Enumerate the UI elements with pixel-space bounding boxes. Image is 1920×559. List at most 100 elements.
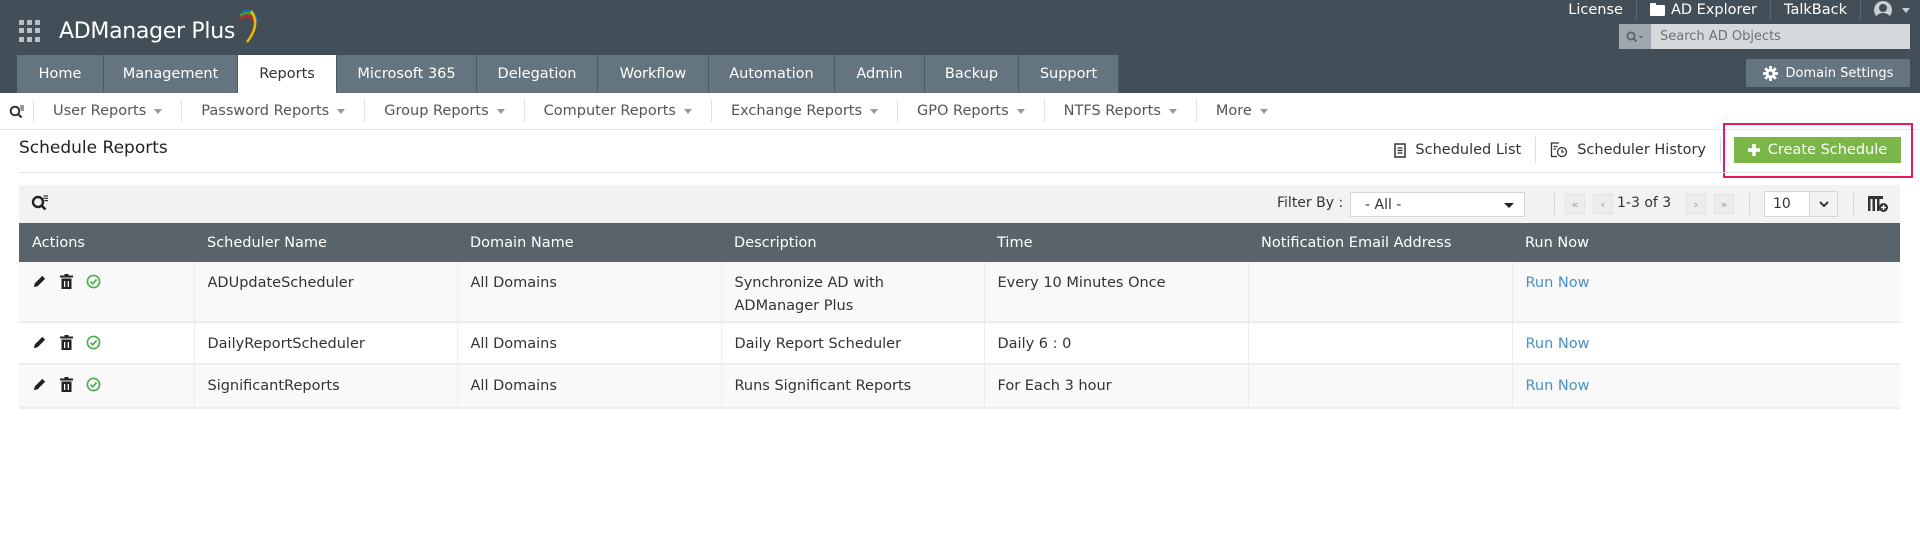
delete-icon[interactable] — [60, 274, 73, 289]
history-icon — [1551, 142, 1568, 158]
user-menu[interactable] — [1861, 0, 1910, 20]
chevron-right-icon: › — [1693, 197, 1699, 211]
tab-management[interactable]: Management — [104, 55, 238, 93]
double-chevron-left-icon: « — [1571, 197, 1579, 211]
table-search-button[interactable] — [31, 194, 49, 215]
domain-name-cell: All Domains — [457, 364, 722, 409]
caret-down-icon — [683, 108, 692, 114]
tab-home[interactable]: Home — [17, 55, 104, 93]
table-toolbar: Filter By : - All - « ‹ 1-3 of 3 › » 10 — [19, 185, 1900, 223]
ad-explorer-link[interactable]: AD Explorer — [1637, 0, 1772, 20]
caret-down-icon — [1259, 108, 1268, 114]
notification-email-cell — [1248, 322, 1513, 365]
run-now-link[interactable]: Run Now — [1526, 378, 1590, 394]
previous-page-button[interactable]: ‹ — [1593, 194, 1613, 214]
create-schedule-button[interactable]: Create Schedule — [1734, 137, 1901, 163]
subnav-more[interactable]: More — [1197, 100, 1287, 122]
domain-name-cell: All Domains — [457, 322, 722, 365]
chevron-down-icon — [1809, 192, 1837, 216]
actions-cell — [19, 322, 195, 365]
search-input[interactable] — [1651, 24, 1910, 49]
caret-down-icon — [870, 108, 879, 114]
column-header-scheduler-name[interactable]: Scheduler Name — [194, 223, 457, 262]
table-header-row: Actions Scheduler Name Domain Name Descr… — [19, 223, 1900, 262]
filter-select[interactable]: - All - — [1350, 192, 1525, 217]
scheduled-list-button[interactable]: Scheduled List — [1380, 137, 1537, 163]
edit-icon[interactable] — [32, 274, 47, 289]
folder-icon — [1649, 2, 1665, 16]
run-now-link[interactable]: Run Now — [1526, 336, 1590, 352]
column-header-domain-name[interactable]: Domain Name — [457, 223, 721, 262]
edit-icon[interactable] — [32, 377, 47, 392]
tab-backup[interactable]: Backup — [925, 55, 1019, 93]
caret-down-icon — [337, 108, 346, 114]
gear-icon — [1762, 65, 1778, 81]
subnav-password-reports[interactable]: Password Reports — [182, 100, 366, 122]
time-cell: Every 10 Minutes Once — [984, 262, 1249, 323]
top-header: ADManager Plus License AD Explorer TalkB… — [0, 0, 1920, 93]
enabled-check-icon[interactable] — [86, 335, 101, 350]
tab-microsoft-365[interactable]: Microsoft 365 — [337, 55, 477, 93]
edit-icon[interactable] — [32, 335, 47, 350]
delete-icon[interactable] — [60, 377, 73, 392]
column-header-description[interactable]: Description — [721, 223, 984, 262]
subnav-exchange-reports[interactable]: Exchange Reports — [712, 100, 899, 122]
run-now-link[interactable]: Run Now — [1526, 275, 1590, 291]
talkback-link[interactable]: TalkBack — [1771, 0, 1861, 20]
top-links: License AD Explorer TalkBack — [1555, 0, 1910, 20]
subnav-computer-reports[interactable]: Computer Reports — [525, 100, 712, 122]
tab-reports[interactable]: Reports — [238, 55, 337, 93]
table-row: DailyReportScheduler All Domains Daily R… — [19, 322, 1900, 365]
toolbar-divider — [1749, 193, 1750, 215]
chevron-down-icon — [1902, 7, 1910, 13]
tab-delegation[interactable]: Delegation — [477, 55, 598, 93]
scheduler-history-button[interactable]: Scheduler History — [1536, 137, 1721, 163]
user-circle-icon — [1874, 1, 1892, 19]
subnav-user-reports[interactable]: User Reports — [34, 100, 183, 122]
page-size-select[interactable]: 10 — [1764, 191, 1838, 217]
caret-down-icon — [496, 108, 505, 114]
description-cell: Runs Significant Reports — [721, 364, 985, 409]
scheduler-name-cell: ADUpdateScheduler — [194, 262, 458, 323]
run-now-cell: Run Now — [1512, 262, 1900, 323]
description-cell: Synchronize AD with ADManager Plus — [721, 262, 985, 323]
column-header-notification-email[interactable]: Notification Email Address — [1248, 223, 1512, 262]
app-grid-icon[interactable] — [19, 20, 41, 42]
logo-arc-icon — [238, 9, 260, 43]
run-now-cell: Run Now — [1512, 322, 1900, 365]
enabled-check-icon[interactable] — [86, 377, 101, 392]
domain-settings-button[interactable]: Domain Settings — [1746, 59, 1910, 87]
next-page-button[interactable]: › — [1686, 194, 1706, 214]
subnav-group-reports[interactable]: Group Reports — [365, 100, 525, 122]
page-actions: Scheduled List Scheduler History Create … — [1380, 137, 1901, 163]
first-page-button[interactable]: « — [1565, 194, 1585, 214]
caret-down-icon — [1016, 108, 1025, 114]
column-header-time[interactable]: Time — [984, 223, 1248, 262]
scheduler-name-cell: SignificantReports — [194, 364, 458, 409]
chevron-left-icon: ‹ — [1600, 197, 1606, 211]
subnav-gpo-reports[interactable]: GPO Reports — [898, 100, 1045, 122]
tab-support[interactable]: Support — [1019, 55, 1119, 93]
tab-admin[interactable]: Admin — [835, 55, 925, 93]
table-row: ADUpdateScheduler All Domains Synchroniz… — [19, 262, 1900, 323]
tab-automation[interactable]: Automation — [709, 55, 835, 93]
enabled-check-icon[interactable] — [86, 274, 101, 289]
caret-down-icon — [1504, 203, 1514, 208]
product-logo[interactable]: ADManager Plus — [59, 9, 260, 48]
double-chevron-right-icon: » — [1720, 197, 1728, 211]
document-list-icon — [1394, 142, 1407, 158]
search-options-button[interactable] — [1619, 24, 1651, 49]
description-cell: Daily Report Scheduler — [721, 322, 985, 365]
column-chooser-button[interactable] — [1867, 195, 1889, 217]
delete-icon[interactable] — [60, 335, 73, 350]
report-search-button[interactable] — [0, 100, 34, 122]
page-divider — [19, 172, 1900, 173]
page-title: Schedule Reports — [19, 138, 168, 158]
column-header-run-now: Run Now — [1512, 223, 1900, 262]
last-page-button[interactable]: » — [1714, 194, 1734, 214]
table-row: SignificantReports All Domains Runs Sign… — [19, 364, 1900, 409]
column-header-actions: Actions — [19, 223, 194, 262]
subnav-ntfs-reports[interactable]: NTFS Reports — [1045, 100, 1197, 122]
license-link[interactable]: License — [1555, 0, 1637, 20]
tab-workflow[interactable]: Workflow — [598, 55, 709, 93]
